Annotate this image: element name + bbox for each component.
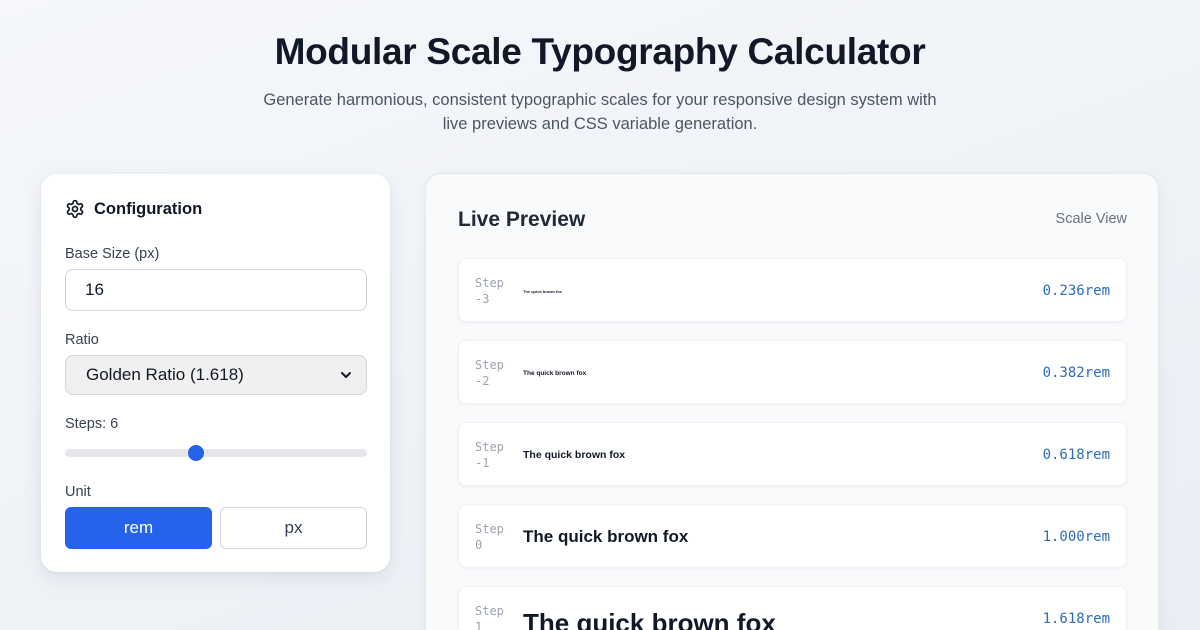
- step-sample-text: The quick brown fox: [523, 288, 562, 294]
- step-label: Step -1: [475, 440, 504, 470]
- configuration-heading: Configuration: [65, 199, 202, 219]
- step-value: 0.382rem: [1042, 365, 1110, 381]
- configuration-panel: Configuration Base Size (px) Ratio Golde…: [41, 174, 390, 572]
- step-row: Step 0 The quick brown fox 1.000rem: [458, 504, 1127, 568]
- step-value: 0.236rem: [1042, 283, 1110, 299]
- page-header: Modular Scale Typography Calculator Gene…: [0, 30, 1200, 136]
- step-sample-text: The quick brown fox: [523, 449, 626, 461]
- step-row: Step -2 The quick brown fox 0.382rem: [458, 340, 1127, 404]
- ratio-select[interactable]: Golden Ratio (1.618): [65, 355, 367, 395]
- page-title: Modular Scale Typography Calculator: [274, 31, 926, 72]
- step-label: Step 1: [475, 604, 504, 630]
- step-value: 1.618rem: [1042, 611, 1110, 627]
- step-label: Step -2: [475, 358, 504, 388]
- unit-label: Unit: [65, 484, 91, 500]
- step-row: Step -3 The quick brown fox 0.236rem: [458, 258, 1127, 322]
- step-value: 1.000rem: [1042, 529, 1110, 545]
- gear-icon: [66, 199, 84, 219]
- steps-label: Steps: 6: [65, 416, 119, 432]
- step-row: Step -1 The quick brown fox 0.618rem: [458, 422, 1127, 486]
- steps-slider-thumb[interactable]: [188, 445, 204, 461]
- page-subtitle: Generate harmonious, consistent typograp…: [263, 91, 937, 133]
- step-sample-text: The quick brown fox: [523, 607, 776, 630]
- base-size-label: Base Size (px): [65, 246, 160, 262]
- step-sample-text: The quick brown fox: [523, 369, 587, 377]
- step-value: 0.618rem: [1042, 447, 1110, 463]
- step-row: Step 1 The quick brown fox 1.618rem: [458, 586, 1127, 630]
- base-size-input[interactable]: [65, 269, 367, 311]
- ratio-selected-value: Golden Ratio (1.618): [86, 365, 244, 384]
- unit-px-button[interactable]: px: [220, 507, 367, 549]
- steps-slider[interactable]: [65, 449, 367, 457]
- live-preview-panel: Live Preview Scale View Step -3 The quic…: [425, 173, 1159, 630]
- step-label: Step 0: [475, 522, 504, 552]
- scale-view-toggle[interactable]: Scale View: [1056, 211, 1127, 227]
- preview-title: Live Preview: [458, 208, 586, 231]
- step-label: Step -3: [475, 276, 504, 306]
- ratio-label: Ratio: [65, 332, 99, 348]
- chevron-down-icon: [341, 372, 351, 378]
- unit-rem-button[interactable]: rem: [65, 507, 212, 549]
- configuration-title: Configuration: [94, 199, 203, 218]
- step-sample-text: The quick brown fox: [523, 527, 689, 546]
